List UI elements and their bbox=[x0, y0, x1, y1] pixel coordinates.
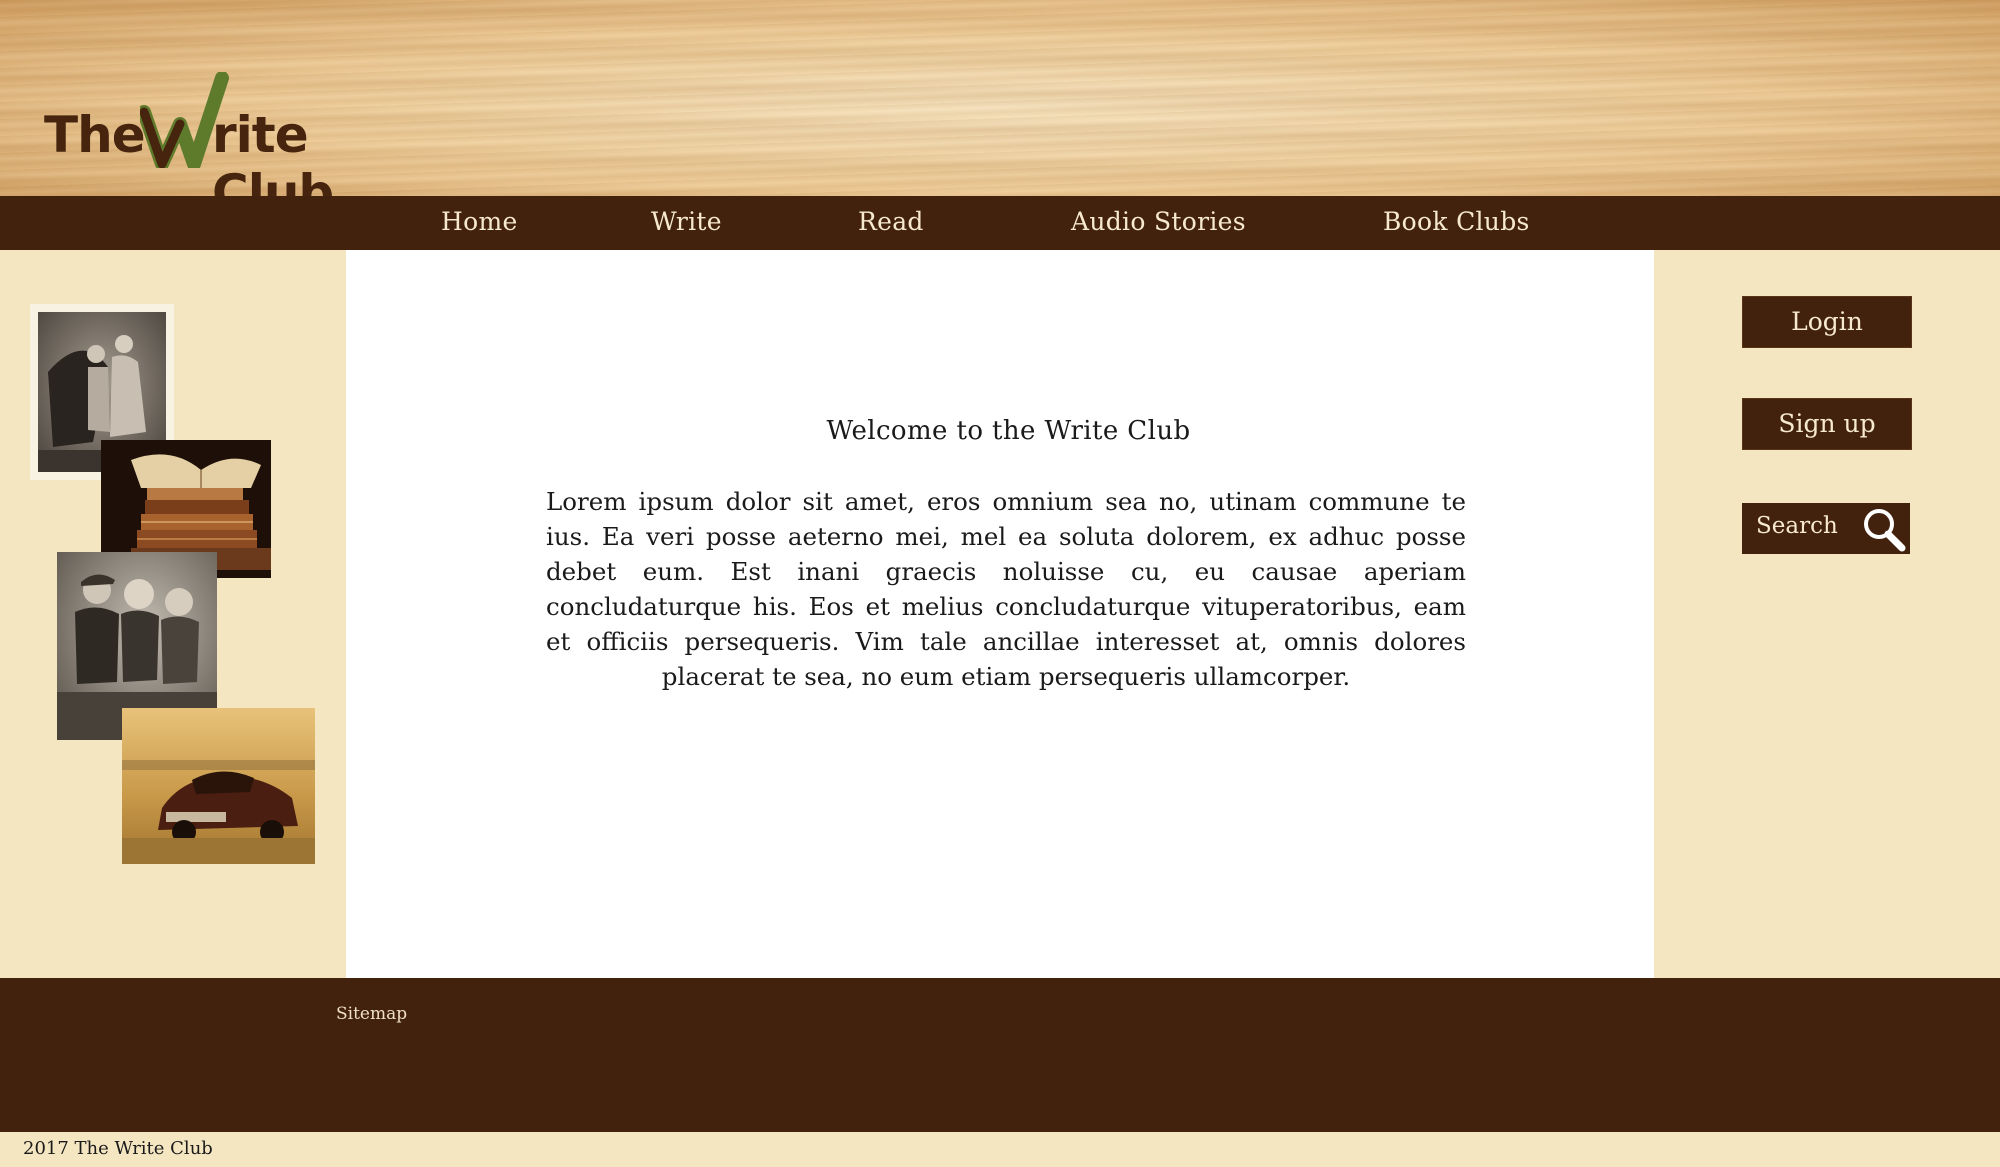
signup-button[interactable]: Sign up bbox=[1742, 398, 1912, 450]
main-nav: Home Write Read Audio Stories Book Clubs bbox=[0, 196, 2000, 250]
search-input[interactable]: Search bbox=[1742, 503, 1910, 554]
photo-vintage-car bbox=[122, 708, 315, 864]
copyright-bar: 2017 The Write Club bbox=[0, 1132, 2000, 1167]
intro-paragraph: Lorem ipsum dolor sit amet, eros omnium … bbox=[546, 487, 1466, 691]
logo-text-the: The bbox=[44, 106, 146, 164]
site-footer: Sitemap bbox=[0, 978, 2000, 1132]
welcome-heading: Welcome to the Write Club bbox=[826, 416, 1191, 446]
search-label: Search bbox=[1756, 513, 1838, 539]
magnifier-icon[interactable] bbox=[1860, 506, 1908, 552]
copyright-text: 2017 The Write Club bbox=[23, 1138, 213, 1159]
nav-item-write[interactable]: Write bbox=[651, 207, 722, 236]
site-logo[interactable]: The rite Club bbox=[44, 70, 424, 222]
right-sidebar bbox=[1654, 250, 2000, 978]
site-header: The rite Club bbox=[0, 0, 2000, 222]
nav-item-home[interactable]: Home bbox=[441, 207, 518, 236]
nav-item-read[interactable]: Read bbox=[858, 207, 924, 236]
nav-item-audio-stories[interactable]: Audio Stories bbox=[1071, 207, 1246, 236]
main-content: Welcome to the Write Club Lorem ipsum do… bbox=[346, 250, 1654, 978]
sitemap-link[interactable]: Sitemap bbox=[336, 1004, 407, 1024]
login-button[interactable]: Login bbox=[1742, 296, 1912, 348]
nav-item-book-clubs[interactable]: Book Clubs bbox=[1383, 207, 1530, 236]
